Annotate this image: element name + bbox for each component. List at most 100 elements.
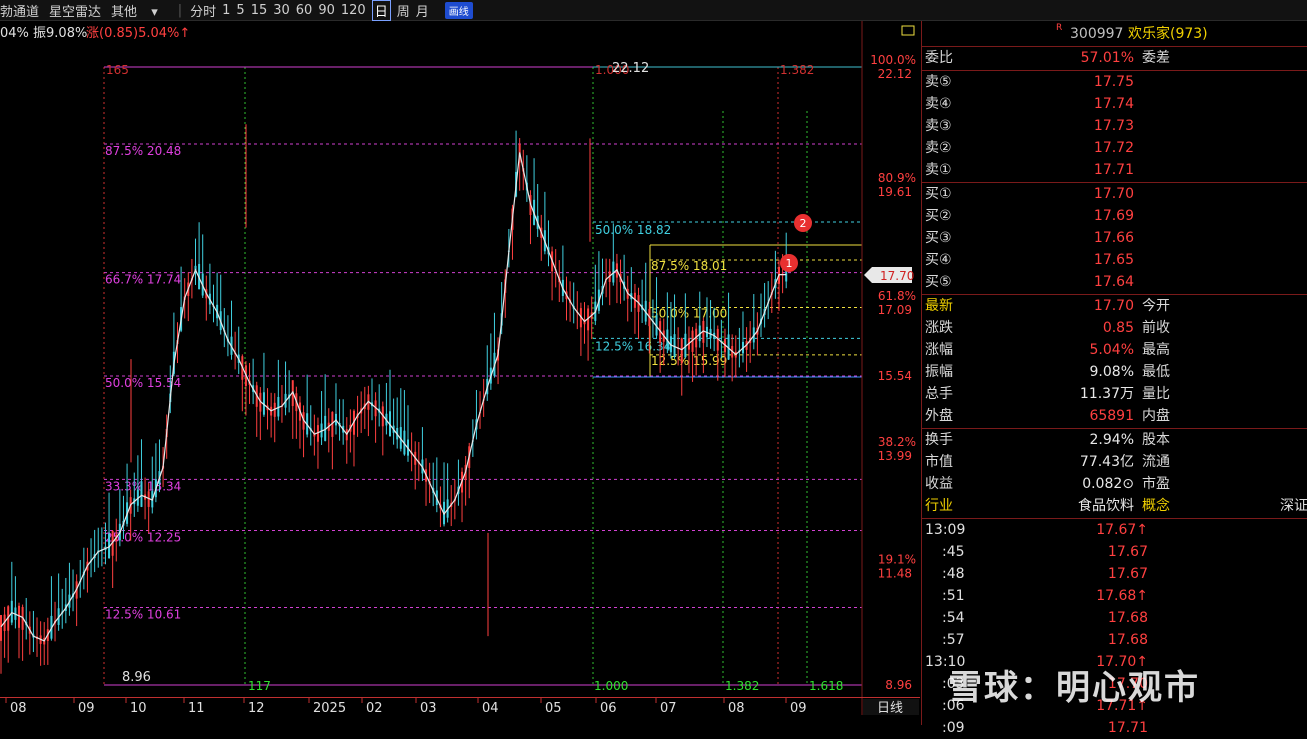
tick-price: 17.68: [1107, 632, 1148, 648]
stat2-value: 77.43亿: [1079, 454, 1134, 470]
draw-line-button[interactable]: 画线: [444, 1, 473, 19]
stat-value: 5.04%: [1089, 342, 1134, 358]
toolbar-divider: |: [177, 2, 183, 18]
tool-other-label: 其他: [111, 4, 138, 20]
ask-price[interactable]: 17.75: [1094, 71, 1134, 93]
settings-box-icon[interactable]: [901, 25, 915, 36]
period-timeshare[interactable]: 分时: [190, 1, 216, 20]
period-60m[interactable]: 60: [296, 3, 313, 18]
tick-row: :51 17.68↑: [922, 585, 1307, 607]
candle-body: [680, 338, 683, 364]
tick-price: 17.68↑: [1096, 588, 1148, 604]
date-tick-label: 08: [10, 701, 27, 716]
date-tick-label: 03: [420, 701, 437, 716]
period-week[interactable]: 周: [397, 1, 410, 20]
date-tick-label: 11: [188, 701, 205, 716]
stat-value: 65891: [1089, 408, 1134, 424]
bid-label: 买①: [925, 186, 952, 202]
axis-pct-label: 61.8%: [878, 289, 916, 303]
bid-label: 买②: [925, 208, 952, 224]
stat2-value: 0.082⊙: [1082, 476, 1134, 492]
date-tick-label: 12: [248, 701, 265, 716]
tick-row: :54 17.68: [922, 607, 1307, 629]
stat-label: 涨跌: [925, 320, 953, 336]
date-tick-label: 07: [660, 701, 677, 716]
bid-label: 买⑤: [925, 274, 952, 290]
stat2-label: 市值: [925, 454, 953, 470]
exchange-label: 深证: [1280, 498, 1307, 514]
candles: [0, 124, 788, 674]
stat-row: 最新 17.70 今开: [922, 295, 1307, 317]
ask-label: 卖④: [925, 96, 952, 112]
stat-label2: 量比: [1142, 386, 1170, 402]
period-1m[interactable]: 1: [222, 3, 230, 18]
tool-star-radar[interactable]: 星空雷达: [49, 1, 101, 20]
bid-row: 买① 17.70: [922, 183, 1307, 205]
period-90m[interactable]: 90: [318, 3, 335, 18]
top-ratio-1382: 1.382: [780, 63, 814, 77]
fib-left-levels: 87.5% 20.4866.7% 17.7450.0% 15.5433.3% 1…: [104, 143, 862, 622]
fib-top-label: 165: [106, 63, 129, 77]
period-15m[interactable]: 15: [251, 3, 268, 18]
bid-price[interactable]: 17.66: [1094, 227, 1134, 249]
stat-label: 涨幅: [925, 342, 953, 358]
ask-row: 卖① 17.71: [922, 159, 1307, 181]
ask-price[interactable]: 17.72: [1094, 137, 1134, 159]
axis-price-label: 13.99: [878, 449, 912, 463]
quote-panel: R 300997 欢乐家(973) 委比 57.01% 委差 卖⑤ 17.75 卖④…: [921, 21, 1307, 736]
industry-value[interactable]: 食品饮料: [1078, 495, 1134, 517]
ask-label: 卖①: [925, 162, 952, 178]
stat2-label: 换手: [925, 432, 953, 448]
stat2-label2: 市盈: [1142, 476, 1170, 492]
period-month[interactable]: 月: [416, 1, 429, 20]
bid-price[interactable]: 17.69: [1094, 205, 1134, 227]
ask-price[interactable]: 17.73: [1094, 115, 1134, 137]
bid-row: 买③ 17.66: [922, 227, 1307, 249]
stat2-label2: 流通: [1142, 454, 1170, 470]
date-tick-label: 09: [78, 701, 95, 716]
tick-time: :09: [942, 720, 965, 736]
date-tick-label: 05: [545, 701, 562, 716]
stock-code: 300997: [1070, 26, 1124, 42]
concept-label[interactable]: 概念: [1142, 495, 1170, 517]
period-30m[interactable]: 30: [273, 3, 290, 18]
time-label-1000: 1.000: [594, 679, 628, 693]
stock-title-row: R 300997 欢乐家(973): [922, 23, 1307, 45]
fib-right-level-label: 50.0% 17.00: [651, 306, 727, 320]
marker-2-label: 2: [800, 217, 807, 230]
date-tick-label: 09: [790, 701, 807, 716]
kline-chart[interactable]: 04% 振9.08% 涨(0.85)5.04%↑ 165 1.000 1.382…: [0, 21, 920, 715]
period-5m[interactable]: 5: [236, 3, 244, 18]
tick-time: :48: [942, 566, 965, 582]
tick-row: :57 17.68: [922, 629, 1307, 651]
tick-time: :57: [942, 632, 965, 648]
stat-label2: 内盘: [1142, 408, 1170, 424]
fib-right-level-label: 87.5% 18.01: [651, 259, 727, 273]
axis-price-label: 19.61: [878, 185, 912, 199]
period-day[interactable]: 日: [371, 0, 391, 21]
tick-price: 17.67↑: [1096, 522, 1148, 538]
stat-value: 11.37万: [1079, 386, 1134, 402]
stat-label: 外盘: [925, 408, 953, 424]
high-price-label: 22.12: [612, 61, 649, 76]
stat2-row: 换手 2.94% 股本: [922, 429, 1307, 451]
time-label-117: 117: [248, 679, 271, 693]
tick-price: 17.71: [1107, 720, 1148, 736]
stat-value: 9.08%: [1089, 364, 1134, 380]
bid-price[interactable]: 17.64: [1094, 271, 1134, 293]
tool-channel[interactable]: 勃通道: [0, 1, 39, 20]
tick-price: 17.68: [1107, 610, 1148, 626]
stat-label2: 最低: [1142, 364, 1170, 380]
ask-price[interactable]: 17.74: [1094, 93, 1134, 115]
period-120m[interactable]: 120: [341, 3, 366, 18]
tick-price: 17.67: [1107, 544, 1148, 560]
bid-row: 买⑤ 17.64: [922, 271, 1307, 293]
fib-left-level-label: 12.5% 10.61: [105, 608, 181, 622]
chart-toolbar: 勃通道 星空雷达 其他 ▾ | 分时 1 5 15 30 60 90 120 日…: [0, 0, 1307, 21]
stat-label: 最新: [925, 298, 953, 314]
ask-price[interactable]: 17.71: [1094, 159, 1134, 181]
bid-price[interactable]: 17.65: [1094, 249, 1134, 271]
tool-other[interactable]: 其他 ▾: [111, 1, 168, 20]
bid-price[interactable]: 17.70: [1094, 183, 1134, 205]
axis-price-label: 8.96: [885, 678, 912, 692]
